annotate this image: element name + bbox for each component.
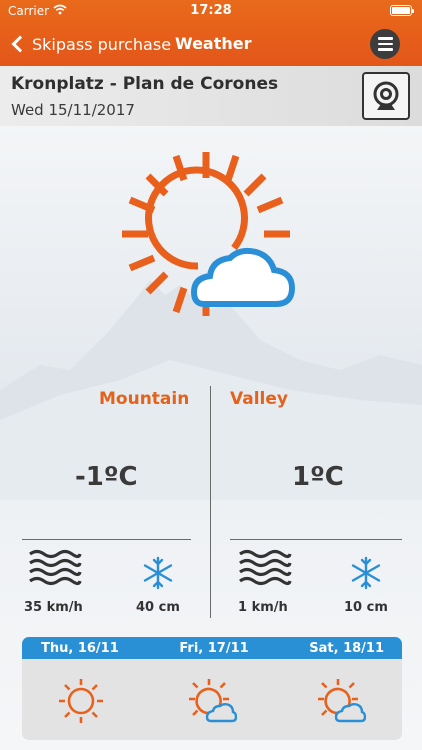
- sun-icon: [59, 679, 103, 723]
- column-divider: [210, 386, 211, 618]
- mountain-snow-depth: 40 cm: [136, 600, 180, 615]
- mountain-title: Mountain: [99, 389, 190, 409]
- webcam-icon: [373, 81, 399, 110]
- chevron-left-icon: [11, 35, 29, 53]
- app-header: Carrier 17:28 Skipass purchase Weather: [0, 0, 422, 66]
- wind-icon: [239, 549, 292, 586]
- sun-cloud-icon: [318, 679, 366, 723]
- mountain-separator: [22, 539, 191, 540]
- battery-icon: [390, 5, 414, 16]
- location-bar: Kronplatz - Plan de Corones Wed 15/11/20…: [0, 66, 422, 126]
- resort-name: Kronplatz - Plan de Corones: [11, 74, 279, 94]
- mountain-wind-speed: 35 km/h: [24, 600, 83, 615]
- wind-icon: [29, 549, 82, 586]
- forecast-date: Wed 15/11/2017: [11, 101, 135, 119]
- mountain-temperature: -1ºC: [75, 462, 138, 492]
- valley-temperature: 1ºC: [292, 462, 344, 492]
- forecast-header: Thu, 16/11 Fri, 17/11 Sat, 18/11: [22, 637, 402, 659]
- valley-wind-speed: 1 km/h: [238, 600, 288, 615]
- valley-snow-depth: 10 cm: [344, 600, 388, 615]
- page-title: Weather: [175, 34, 252, 53]
- snowflake-icon: [351, 556, 381, 590]
- webcam-button[interactable]: [362, 72, 410, 120]
- sun-cloud-icon: [122, 152, 296, 316]
- forecast-card: Thu, 16/11 Fri, 17/11 Sat, 18/11: [22, 637, 402, 740]
- sun-cloud-icon: [189, 679, 237, 723]
- valley-title: Valley: [230, 389, 288, 409]
- status-bar: Carrier 17:28: [0, 0, 422, 22]
- forecast-day-3[interactable]: Sat, 18/11: [309, 641, 384, 656]
- hamburger-icon: [377, 37, 393, 40]
- clock: 17:28: [190, 3, 232, 18]
- forecast-day-2[interactable]: Fri, 17/11: [179, 641, 248, 656]
- menu-button[interactable]: [370, 29, 400, 59]
- back-button[interactable]: Skipass purchase: [10, 30, 171, 58]
- forecast-day-1[interactable]: Thu, 16/11: [41, 641, 119, 656]
- back-label: Skipass purchase: [32, 34, 172, 54]
- valley-separator: [230, 539, 402, 540]
- snowflake-icon: [143, 556, 173, 590]
